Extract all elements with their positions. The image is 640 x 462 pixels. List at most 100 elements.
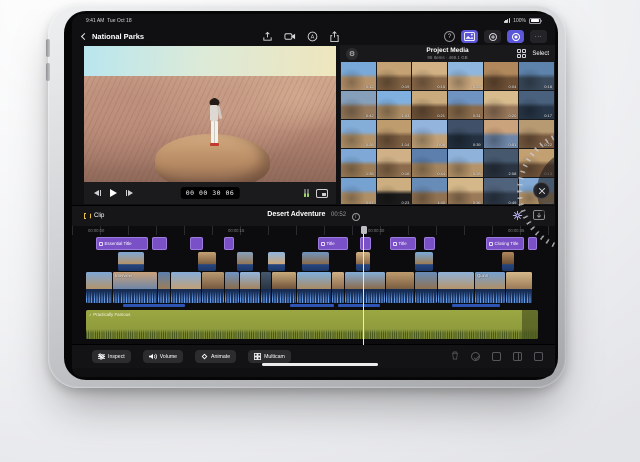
- connected-clip[interactable]: [237, 252, 253, 271]
- media-clip[interactable]: 0:57: [341, 178, 376, 204]
- media-clip[interactable]: 0:08: [412, 120, 447, 148]
- storyline-clip-thumbnail: [171, 272, 201, 289]
- fullscreen-button[interactable]: [534, 352, 543, 361]
- storyline-clip[interactable]: [438, 272, 474, 303]
- media-clip[interactable]: 0:31: [448, 91, 483, 119]
- add-media-button[interactable]: [484, 30, 501, 43]
- media-clip[interactable]: 0:04: [484, 62, 519, 90]
- storyline-clip[interactable]: [386, 272, 414, 303]
- connected-clip[interactable]: [302, 252, 329, 271]
- delete-button[interactable]: [451, 351, 459, 362]
- media-clip[interactable]: 0:15: [412, 62, 447, 90]
- title-clip[interactable]: Essential Title: [96, 237, 148, 250]
- more-button[interactable]: ···: [530, 30, 547, 43]
- media-clip[interactable]: 0:19: [377, 62, 412, 90]
- multicam-button[interactable]: Multicam: [248, 350, 291, 363]
- storyline-clip[interactable]: [506, 272, 532, 303]
- previous-frame-button[interactable]: [94, 190, 101, 196]
- overlay-button[interactable]: [492, 352, 501, 361]
- share-button[interactable]: [329, 31, 340, 43]
- storyline-clip[interactable]: [415, 272, 437, 303]
- media-clip[interactable]: 0:18: [519, 62, 554, 90]
- media-clip[interactable]: 0:28: [448, 149, 483, 177]
- storyline-clip[interactable]: Interview: [113, 272, 157, 303]
- connected-clip[interactable]: [198, 252, 216, 271]
- split-view-button[interactable]: [513, 352, 522, 361]
- timeline-panel[interactable]: 00:00:0000:00:1500:00:3000:00:45 Essenti…: [72, 226, 555, 345]
- storyline-clip[interactable]: [158, 272, 170, 303]
- title-clip[interactable]: [424, 237, 435, 250]
- info-button[interactable]: i: [352, 213, 360, 221]
- storyline-clip[interactable]: [272, 272, 296, 303]
- import-media-button[interactable]: [262, 31, 273, 42]
- title-clip[interactable]: [190, 237, 203, 250]
- voiceover-button[interactable]: A: [307, 31, 318, 42]
- storyline-clip[interactable]: [297, 272, 331, 303]
- connected-clip[interactable]: [268, 252, 285, 271]
- home-indicator[interactable]: [262, 363, 378, 366]
- volume-button[interactable]: Volume: [143, 350, 183, 363]
- video-preview[interactable]: [84, 46, 336, 182]
- storyline-clip[interactable]: [240, 272, 260, 303]
- help-button[interactable]: ?: [444, 31, 455, 42]
- media-clip[interactable]: 0:42: [341, 91, 376, 119]
- volume-down-button[interactable]: [46, 63, 50, 81]
- media-browser-toggle[interactable]: [461, 30, 478, 43]
- playhead[interactable]: [363, 226, 364, 345]
- media-clip[interactable]: 0:49: [484, 178, 519, 204]
- media-clip[interactable]: 0:33: [448, 62, 483, 90]
- timeline-ruler[interactable]: 00:00:0000:00:1500:00:3000:00:45: [72, 226, 555, 235]
- storyline-clip[interactable]: [345, 272, 385, 303]
- media-clip[interactable]: 0:17: [519, 91, 554, 119]
- media-clip[interactable]: 1:40: [412, 178, 447, 204]
- camera-button[interactable]: [284, 31, 296, 42]
- media-clip[interactable]: 0:23: [377, 178, 412, 204]
- title-clip[interactable]: Title: [390, 237, 416, 250]
- media-clip[interactable]: 0:21: [412, 91, 447, 119]
- storyline-clip[interactable]: [86, 272, 112, 303]
- play-button[interactable]: [110, 189, 117, 197]
- media-clip[interactable]: 0:44: [412, 149, 447, 177]
- connected-clip[interactable]: [118, 252, 144, 271]
- media-clip[interactable]: 0:20: [484, 91, 519, 119]
- media-clip[interactable]: 1:35: [341, 149, 376, 177]
- jog-wheel-toggle[interactable]: [507, 30, 524, 43]
- media-clip[interactable]: 0:39: [448, 120, 483, 148]
- grid-view-button[interactable]: [517, 49, 526, 58]
- clock: 9:41 AM: [86, 18, 104, 24]
- storyline-clip[interactable]: [225, 272, 239, 303]
- title-clip[interactable]: Title: [318, 237, 348, 250]
- media-clip[interactable]: 1:14: [377, 120, 412, 148]
- jog-wheel-close-button[interactable]: [533, 182, 550, 199]
- storyline-clip[interactable]: Quinn: [475, 272, 505, 303]
- project-title: Desert Adventure: [267, 211, 325, 218]
- storyline-clip[interactable]: [261, 272, 271, 303]
- back-button[interactable]: National Parks: [82, 32, 144, 41]
- connected-clip[interactable]: [415, 252, 433, 271]
- next-frame-button[interactable]: [126, 190, 133, 196]
- media-clip[interactable]: 1:03: [377, 91, 412, 119]
- media-clip[interactable]: 0:16: [377, 149, 412, 177]
- title-clip[interactable]: [224, 237, 234, 250]
- title-clip[interactable]: [152, 237, 167, 250]
- viewer-options-button[interactable]: [316, 189, 328, 198]
- connected-clip[interactable]: [502, 252, 514, 271]
- storyline-clip[interactable]: [171, 272, 201, 303]
- browser-settings-button[interactable]: ⚙: [346, 48, 358, 60]
- approve-button[interactable]: [471, 352, 480, 361]
- select-button[interactable]: Select: [532, 51, 549, 57]
- title-clip[interactable]: [360, 237, 371, 250]
- volume-up-button[interactable]: [46, 39, 50, 57]
- media-clip[interactable]: 0:51: [484, 120, 519, 148]
- animate-button[interactable]: Animate: [195, 350, 236, 363]
- title-clip-label: Title: [327, 241, 335, 246]
- media-clip[interactable]: 2:08: [484, 149, 519, 177]
- music-clip[interactable]: ♪ Practically Famous: [86, 310, 538, 339]
- media-clip[interactable]: 0:12: [341, 62, 376, 90]
- media-clip[interactable]: 0:26: [341, 120, 376, 148]
- media-clip[interactable]: 0:36: [448, 178, 483, 204]
- storyline-clip[interactable]: [202, 272, 224, 303]
- audio-meters[interactable]: [304, 189, 310, 197]
- inspect-button[interactable]: Inspect: [92, 350, 131, 363]
- storyline-clip[interactable]: [332, 272, 344, 303]
